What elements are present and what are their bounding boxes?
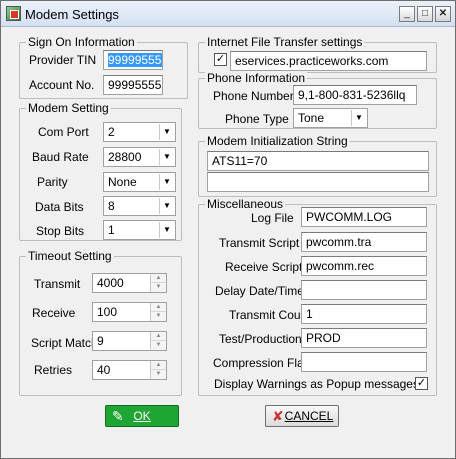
transmit-count-field[interactable]: 1 [301, 304, 427, 324]
window-title: Modem Settings [25, 7, 119, 22]
modem-settings-window: Modem Settings _ □ ✕ Sign On Information… [0, 0, 456, 459]
transmit-count-label: Transmit Count [229, 308, 311, 322]
popup-warnings-label: Display Warnings as Popup messages [214, 377, 419, 391]
receive-timeout-value: 100 [97, 305, 118, 319]
baud-rate-select[interactable]: 28800 ▼ [103, 147, 176, 167]
popup-warnings-checkbox[interactable]: ✓ [415, 377, 428, 390]
com-port-value: 2 [108, 125, 115, 139]
com-port-label: Com Port [38, 125, 89, 139]
phone-type-label: Phone Type [225, 112, 289, 126]
compression-field[interactable] [301, 352, 427, 372]
receive-timeout-stepper[interactable]: 100 ▲ ▼ [92, 302, 167, 322]
pencil-icon: ✎ [112, 408, 124, 424]
modem-init-line1-field[interactable]: ATS11=70 [207, 151, 429, 171]
spin-down-icon[interactable]: ▼ [151, 370, 166, 379]
cancel-icon: ✘ [272, 408, 284, 424]
spin-buttons: ▲ ▼ [150, 274, 166, 292]
spin-buttons: ▲ ▼ [150, 361, 166, 379]
phone-number-label: Phone Number [213, 89, 294, 103]
modem-init-line2-field[interactable] [207, 172, 429, 192]
delay-field[interactable] [301, 280, 427, 300]
cancel-button[interactable]: ✘ CANCEL [265, 405, 339, 427]
chevron-down-icon[interactable]: ▼ [159, 222, 174, 238]
spin-buttons: ▲ ▼ [150, 303, 166, 321]
spin-down-icon[interactable]: ▼ [151, 341, 166, 350]
misc-title: Miscellaneous [205, 197, 286, 211]
spin-buttons: ▲ ▼ [150, 332, 166, 350]
transmit-script-label: Transmit Script [219, 236, 300, 250]
transmit-timeout-value: 4000 [97, 276, 124, 290]
chevron-down-icon[interactable]: ▼ [159, 174, 174, 190]
script-match-value: 9 [97, 334, 104, 348]
modem-setting-title: Modem Setting [26, 101, 111, 115]
data-bits-value: 8 [108, 199, 115, 213]
retries-stepper[interactable]: 40 ▲ ▼ [92, 360, 167, 380]
transmit-timeout-stepper[interactable]: 4000 ▲ ▼ [92, 273, 167, 293]
parity-select[interactable]: None ▼ [103, 172, 176, 192]
chevron-down-icon[interactable]: ▼ [159, 198, 174, 214]
modem-init-title: Modem Initialization String [205, 134, 350, 148]
account-no-field[interactable]: 99995555 [103, 75, 163, 95]
file-transfer-checkbox[interactable]: ✓ [214, 53, 227, 66]
stop-bits-label: Stop Bits [36, 224, 85, 238]
timeout-setting-title: Timeout Setting [26, 249, 114, 263]
retries-label: Retries [34, 363, 73, 377]
delay-label: Delay Date/Time [215, 284, 304, 298]
provider-tin-field[interactable]: 999995555 [103, 50, 163, 70]
test-production-label: Test/Production [219, 332, 302, 346]
data-bits-select[interactable]: 8 ▼ [103, 196, 176, 216]
spin-up-icon[interactable]: ▲ [151, 274, 166, 283]
spin-up-icon[interactable]: ▲ [151, 361, 166, 370]
account-no-label: Account No. [29, 78, 95, 92]
minimize-button[interactable]: _ [399, 6, 415, 22]
receive-timeout-label: Receive [32, 306, 76, 320]
test-production-field[interactable]: PROD [301, 328, 427, 348]
script-match-label: Script Match [31, 336, 98, 350]
compression-label: Compression Flag [213, 356, 311, 370]
stop-bits-value: 1 [108, 223, 115, 237]
receive-script-label: Receive Script [225, 260, 303, 274]
data-bits-label: Data Bits [35, 200, 84, 214]
sign-on-title: Sign On Information [26, 35, 137, 49]
phone-type-value: Tone [298, 111, 325, 125]
parity-value: None [108, 175, 137, 189]
script-match-stepper[interactable]: 9 ▲ ▼ [92, 331, 167, 351]
title-bar[interactable]: Modem Settings _ □ ✕ [1, 1, 455, 27]
phone-type-select[interactable]: Tone ▼ [293, 108, 368, 128]
phone-info-title: Phone Information [205, 71, 308, 85]
provider-tin-value: 999995555 [108, 53, 162, 67]
spin-up-icon[interactable]: ▲ [151, 303, 166, 312]
ok-button[interactable]: ✎ OK [105, 405, 179, 427]
file-transfer-host-field[interactable]: eservices.practiceworks.com [230, 51, 427, 71]
file-transfer-title: Internet File Transfer settings [205, 35, 365, 49]
chevron-down-icon[interactable]: ▼ [351, 110, 366, 126]
retries-value: 40 [97, 363, 111, 377]
app-icon [6, 6, 21, 21]
baud-rate-value: 28800 [108, 150, 142, 164]
chevron-down-icon[interactable]: ▼ [159, 124, 174, 140]
transmit-script-field[interactable]: pwcomm.tra [301, 232, 427, 252]
spin-down-icon[interactable]: ▼ [151, 283, 166, 292]
phone-number-field[interactable]: 9,1-800-831-5236llq [293, 85, 417, 105]
parity-label: Parity [37, 175, 68, 189]
com-port-select[interactable]: 2 ▼ [103, 122, 176, 142]
stop-bits-select[interactable]: 1 ▼ [103, 220, 176, 240]
receive-script-field[interactable]: pwcomm.rec [301, 256, 427, 276]
transmit-timeout-label: Transmit [34, 277, 81, 291]
log-file-field[interactable]: PWCOMM.LOG [301, 207, 427, 227]
provider-tin-label: Provider TIN [29, 53, 97, 67]
baud-rate-label: Baud Rate [32, 150, 89, 164]
chevron-down-icon[interactable]: ▼ [159, 149, 174, 165]
spin-up-icon[interactable]: ▲ [151, 332, 166, 341]
ok-button-label: OK [133, 409, 151, 423]
log-file-label: Log File [251, 211, 294, 225]
spin-down-icon[interactable]: ▼ [151, 312, 166, 321]
close-button[interactable]: ✕ [435, 6, 451, 22]
maximize-button[interactable]: □ [417, 6, 433, 22]
